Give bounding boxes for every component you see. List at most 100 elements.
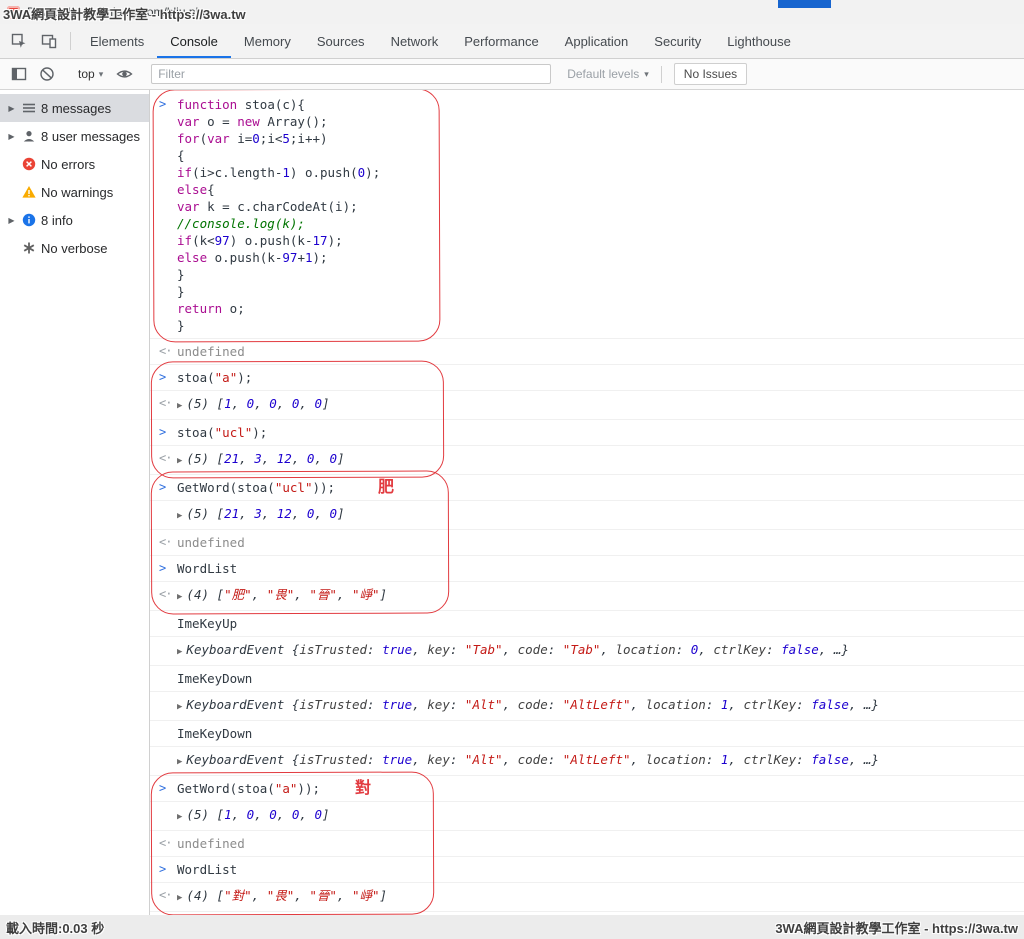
input-chevron-icon: > <box>159 96 177 334</box>
tab-memory[interactable]: Memory <box>231 24 304 58</box>
device-toolbar-button[interactable] <box>34 24 64 58</box>
console-result-entry: <·undefined <box>150 338 1024 364</box>
tab-sources[interactable]: Sources <box>304 24 378 58</box>
console-sidebar: ▶ 8 messages ▶ 8 <box>0 90 150 915</box>
log-spacer <box>159 696 177 716</box>
status-bar: 載入時間:0.03 秒 3WA網頁設計教學工作室 - https://3wa.t… <box>0 915 1024 939</box>
sidebar-item-errors[interactable]: No errors <box>0 150 149 178</box>
expand-triangle-icon[interactable]: ▶ <box>177 757 182 767</box>
result-marker-icon: <· <box>159 450 177 470</box>
sidebar-item-label: 8 info <box>41 213 149 228</box>
sidebar-item-user-messages[interactable]: ▶ 8 user messages <box>0 122 149 150</box>
console-messages: >function stoa(c){ var o = new Array(); … <box>150 90 1024 911</box>
log-spacer <box>159 725 177 742</box>
result-marker-icon: <· <box>159 887 177 907</box>
tab-network[interactable]: Network <box>378 24 452 58</box>
sidebar-item-label: 8 user messages <box>41 129 149 144</box>
separator <box>70 32 71 50</box>
result-marker-icon: <· <box>159 395 177 415</box>
clear-console-button[interactable] <box>36 63 58 85</box>
sidebar-item-warnings[interactable]: No warnings <box>0 178 149 206</box>
result-marker-icon: <· <box>159 835 177 852</box>
tab-lighthouse[interactable]: Lighthouse <box>714 24 804 58</box>
tab-console[interactable]: Console <box>157 24 231 58</box>
info-icon <box>21 212 37 228</box>
log-spacer <box>159 751 177 771</box>
console-input-entry: >stoa("ucl"); <box>150 419 1024 445</box>
clear-console-icon <box>39 66 55 82</box>
input-chevron-icon: > <box>159 369 177 386</box>
load-time-status: 載入時間:0.03 秒 <box>6 918 104 937</box>
tab-security[interactable]: Security <box>641 24 714 58</box>
console-log-entry: ▶KeyboardEvent {isTrusted: true, key: "A… <box>150 691 1024 720</box>
result-marker-icon: <· <box>159 343 177 360</box>
console-input-entry: >function stoa(c){ var o = new Array(); … <box>150 92 1024 338</box>
expand-triangle-icon[interactable]: ▶ <box>177 893 182 903</box>
sidebar-item-label: No warnings <box>41 185 149 200</box>
verbose-icon <box>21 240 37 256</box>
result-marker-icon: <· <box>159 534 177 551</box>
expand-triangle-icon[interactable]: ▶ <box>177 456 182 466</box>
console-log-entry: ImeKeyDown <box>150 665 1024 691</box>
sidebar-panel-icon <box>11 66 27 82</box>
devtools-tabbar: Elements Console Memory Sources Network … <box>0 24 1024 59</box>
console-toolbar: top ▾ Default levels ▾ No Issues <box>0 59 1024 90</box>
input-chevron-icon: > <box>159 780 177 797</box>
log-spacer <box>159 641 177 661</box>
separator <box>661 66 662 83</box>
disclosure-triangle-icon[interactable]: ▶ <box>6 104 17 113</box>
expand-triangle-icon[interactable]: ▶ <box>177 592 182 602</box>
tab-elements[interactable]: Elements <box>77 24 157 58</box>
list-icon <box>21 100 37 116</box>
user-icon <box>21 128 37 144</box>
eye-icon <box>116 67 133 81</box>
expand-triangle-icon[interactable]: ▶ <box>177 511 182 521</box>
chevron-down-icon: ▾ <box>99 69 104 80</box>
input-chevron-icon: > <box>159 479 177 496</box>
live-expression-button[interactable] <box>113 63 135 85</box>
console-main: ▶ 8 messages ▶ 8 <box>0 90 1024 915</box>
chevron-down-icon: ▾ <box>644 69 649 80</box>
watermark-bottom: 3WA網頁設計教學工作室 - https://3wa.tw <box>775 918 1018 937</box>
no-issues-button[interactable]: No Issues <box>674 63 747 85</box>
console-pane: >function stoa(c){ var o = new Array(); … <box>150 90 1024 915</box>
devtools-favicon-icon <box>7 6 20 19</box>
default-levels-selector[interactable]: Default levels ▾ <box>567 67 649 81</box>
console-result-entry: <·▶(4) ["對", "畏", "晉", "崢"] <box>150 882 1024 911</box>
expand-triangle-icon[interactable]: ▶ <box>177 812 182 822</box>
log-spacer <box>159 670 177 687</box>
expand-triangle-icon[interactable]: ▶ <box>177 401 182 411</box>
console-log-entry: ▶KeyboardEvent {isTrusted: true, key: "T… <box>150 636 1024 665</box>
console-log-entry: ImeKeyUp <box>150 610 1024 636</box>
sidebar-item-info[interactable]: ▶ 8 info <box>0 206 149 234</box>
console-log-entry: ▶(5) [1, 0, 0, 0, 0] <box>150 801 1024 830</box>
filter-input[interactable] <box>151 64 551 84</box>
log-spacer <box>159 806 177 826</box>
inspect-element-button[interactable] <box>4 24 34 58</box>
expand-triangle-icon[interactable]: ▶ <box>177 647 182 657</box>
sidebar-item-label: No verbose <box>41 241 149 256</box>
sidebar-item-verbose[interactable]: No verbose <box>0 234 149 262</box>
expand-triangle-icon[interactable]: ▶ <box>177 702 182 712</box>
disclosure-triangle-icon[interactable]: ▶ <box>6 216 17 225</box>
background-browser-strip <box>778 0 831 8</box>
tab-performance[interactable]: Performance <box>451 24 551 58</box>
input-chevron-icon: > <box>159 560 177 577</box>
window-title: DevTools - boshiamy.com/hliu.php <box>27 5 209 19</box>
sidebar-item-label: No errors <box>41 157 149 172</box>
log-spacer <box>159 505 177 525</box>
error-icon <box>21 156 37 172</box>
disclosure-triangle-icon[interactable]: ▶ <box>6 132 17 141</box>
warning-icon <box>21 184 37 200</box>
console-input-entry: >stoa("a"); <box>150 364 1024 390</box>
sidebar-item-label: 8 messages <box>41 101 149 116</box>
console-log-entry: ▶KeyboardEvent {isTrusted: true, key: "A… <box>150 746 1024 775</box>
console-log-entry: ImeKeyDown <box>150 720 1024 746</box>
console-sidebar-toggle-button[interactable] <box>8 63 30 85</box>
input-chevron-icon: > <box>159 424 177 441</box>
console-result-entry: <·▶(5) [1, 0, 0, 0, 0] <box>150 390 1024 419</box>
levels-label: Default levels <box>567 67 639 81</box>
sidebar-item-all-messages[interactable]: ▶ 8 messages <box>0 94 149 122</box>
execution-context-selector[interactable]: top ▾ <box>72 65 109 83</box>
tab-application[interactable]: Application <box>552 24 642 58</box>
